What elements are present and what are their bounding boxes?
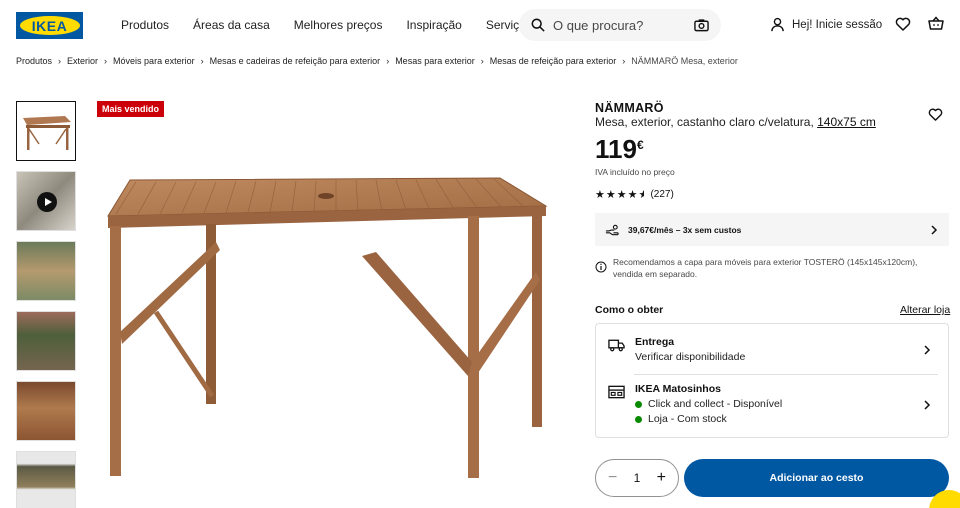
minus-icon[interactable]: − [608,469,617,487]
breadcrumb-item[interactable]: Mesas de refeição para exterior [490,56,617,66]
product-description: Mesa, exterior, castanho claro c/velatur… [595,115,876,129]
price-currency: € [636,138,644,152]
thumbnail-video[interactable] [16,171,76,231]
chevron-right-icon: › [386,56,390,66]
price: 119 € [595,134,644,165]
quantity-value[interactable]: 1 [634,471,641,485]
chevron-right-icon: › [480,56,484,66]
add-to-cart-button[interactable]: Adicionar ao cesto [684,459,949,497]
product-image[interactable] [100,172,552,484]
breadcrumb: Produtos › Exterior › Móveis para exterior… [16,56,738,66]
camera-icon[interactable] [694,18,709,32]
store-title: IKEA Matosinhos [635,383,721,395]
user-icon [771,17,784,32]
nav-areas-da-casa[interactable]: Áreas da casa [193,18,270,32]
delivery-subtitle: Verificar disponibilidade [635,351,746,363]
chevron-right-icon: › [104,56,108,66]
table-thumbnail-image [23,116,71,150]
in-stock-dot-icon [635,415,642,423]
login-link[interactable]: Hej! Inicie sessão [770,17,882,32]
installment-text: 39,67€/mês – 3x sem custos [628,224,742,235]
delivery-title: Entrega [635,336,675,348]
product-description-text: Mesa, exterior, castanho claro c/velatur… [595,115,814,129]
product-size-link[interactable]: 140x75 cm [817,115,876,129]
vat-note: IVA incluído no preço [595,167,675,177]
thumbnail-lifestyle-3[interactable] [16,451,76,508]
chevron-right-icon: › [622,56,626,66]
chevron-right-icon [931,224,938,235]
ikea-logo[interactable]: IKEA [16,12,83,39]
rating-stars-icon: ★★★★★ [595,189,645,201]
breadcrumb-item[interactable]: Móveis para exterior [113,56,195,66]
search-bar[interactable]: O que procura? [519,9,721,41]
thumbnail-list [16,101,76,508]
logo-text: IKEA [19,16,80,35]
nav-melhores-precos[interactable]: Melhores preços [294,18,383,32]
divider [634,374,938,375]
store-availability-collect: Click and collect - Disponível [635,398,782,410]
search-icon [531,18,545,32]
rating[interactable]: ★★★★★ (227) [595,188,674,201]
chevron-right-icon: › [200,56,204,66]
product-name: NÄMMARÖ [595,101,664,115]
available-dot-icon [635,400,642,408]
breadcrumb-item[interactable]: Mesas e cadeiras de refeição para exteri… [210,56,381,66]
thumbnail-detail[interactable] [16,381,76,441]
delivery-option[interactable]: Entrega Verificar disponibilidade [608,336,938,363]
heart-icon[interactable] [895,16,911,32]
main-nav: Produtos Áreas da casa Melhores preços I… [121,18,532,32]
store-availability-stock: Loja - Com stock [635,413,782,425]
stock-status: Loja - Com stock [648,413,727,425]
notice-text: Recomendamos a capa para móveis para ext… [613,257,918,280]
nav-inspiracao[interactable]: Inspiração [406,18,461,32]
search-input[interactable]: O que procura? [553,18,694,33]
hand-coins-icon [605,224,619,235]
chevron-right-icon: › [58,56,62,66]
breadcrumb-current: NÄMMARÖ Mesa, exterior [631,56,738,66]
breadcrumb-item[interactable]: Mesas para exterior [395,56,475,66]
truck-icon [608,339,625,352]
breadcrumb-item[interactable]: Exterior [67,56,98,66]
shopping-bag-icon[interactable] [928,16,944,32]
fulfillment-heading: Como o obter [595,304,664,316]
thumbnail-lifestyle-1[interactable] [16,241,76,301]
collect-status: Click and collect - Disponível [648,398,783,410]
price-value: 119 [595,134,637,164]
info-icon [595,261,607,273]
nav-produtos[interactable]: Produtos [121,18,169,32]
accessory-notice: Recomendamos a capa para móveis para ext… [595,256,949,281]
store-icon [608,385,625,399]
rating-count: (227) [650,189,674,200]
quantity-stepper: − 1 + [595,459,679,497]
breadcrumb-item[interactable]: Produtos [16,56,52,66]
chevron-right-icon [924,400,931,410]
thumbnail-table[interactable] [16,101,76,161]
fulfillment-options: Entrega Verificar disponibilidade IKEA M… [595,323,949,438]
chevron-right-icon [924,345,931,355]
play-icon [37,192,57,212]
bestseller-badge: Mais vendido [97,101,165,117]
change-store-link[interactable]: Alterar loja [900,304,950,316]
plus-icon[interactable]: + [657,469,666,487]
store-option[interactable]: IKEA Matosinhos Click and collect - Disp… [608,383,938,425]
login-label: Hej! Inicie sessão [792,18,883,31]
installment-banner[interactable]: 39,67€/mês – 3x sem custos [595,213,949,246]
thumbnail-lifestyle-2[interactable] [16,311,76,371]
add-to-favourites-heart-icon[interactable] [928,107,943,122]
